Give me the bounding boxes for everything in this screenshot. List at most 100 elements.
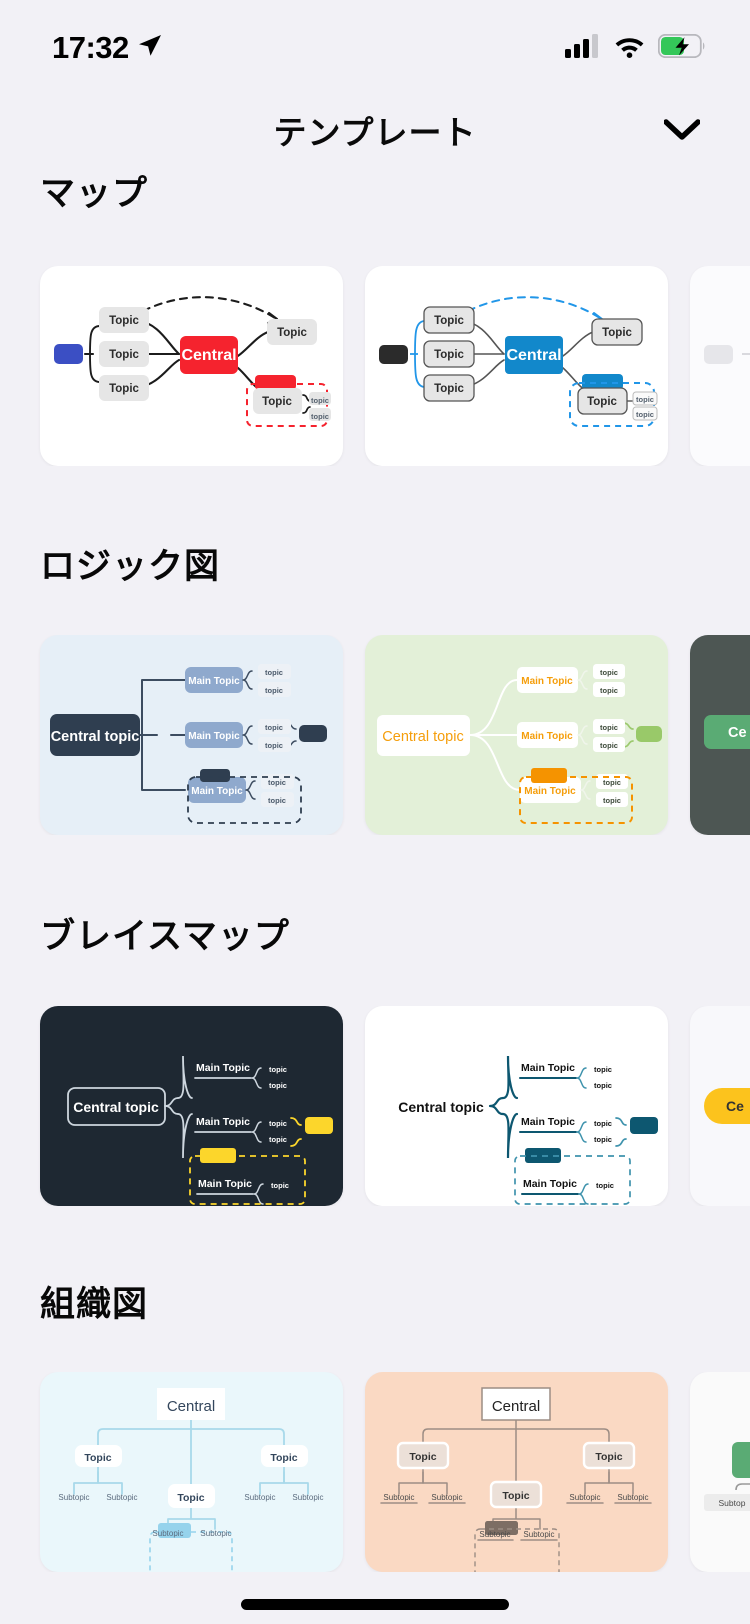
map-topic-label: Topic bbox=[587, 396, 617, 408]
org-subtopic-label: Subtopic bbox=[617, 1493, 648, 1502]
brace-subtopic-label: topic bbox=[269, 1119, 287, 1128]
card-row-brace[interactable]: Central topic Main Topic Main Topic Main… bbox=[0, 1006, 750, 1206]
org-topic-label: Topic bbox=[595, 1451, 622, 1463]
org-subtopic-label: Subtopic bbox=[383, 1493, 414, 1502]
map-subtopic-label: topic bbox=[636, 395, 654, 404]
brace-main-label: Main Topic bbox=[196, 1116, 250, 1128]
template-card-brace-yellow[interactable]: Ce bbox=[690, 1006, 750, 1206]
template-card-brace-white[interactable]: Central topic Main Topic Main Topic Main… bbox=[365, 1006, 668, 1206]
section-org: 組織図 Central Topic Topic Topic Subtopic S… bbox=[0, 1276, 750, 1572]
template-card-map-red[interactable]: Topic Topic Topic Topic Topic Central to… bbox=[40, 266, 343, 466]
card-row-logic[interactable]: Central topic Main Topic Main Topic Main… bbox=[0, 635, 750, 835]
section-map: マップ Topic Topic Topic Topic Topic Centra… bbox=[0, 165, 750, 466]
logic-central-label: Central topic bbox=[51, 729, 140, 745]
logic-subtopic-label: topic bbox=[268, 796, 286, 805]
template-card-org-cyan[interactable]: Central Topic Topic Topic Subtopic Subto… bbox=[40, 1372, 343, 1572]
template-card-logic-navy[interactable]: Central topic Main Topic Main Topic Main… bbox=[40, 635, 343, 835]
section-logic: ロジック図 Central topic Main Topic Main Topi… bbox=[0, 538, 750, 835]
logic-subtopic-label: topic bbox=[265, 668, 283, 677]
logic-subtopic-label: topic bbox=[265, 723, 283, 732]
card-row-map[interactable]: Topic Topic Topic Topic Topic Central to… bbox=[0, 266, 750, 466]
status-time: 17:32 bbox=[52, 30, 129, 65]
logic-central-label: Ce bbox=[728, 725, 747, 741]
brace-subtopic-label: topic bbox=[271, 1181, 289, 1190]
brace-main-label: Main Topic bbox=[523, 1178, 577, 1190]
section-title-logic: ロジック図 bbox=[40, 547, 221, 586]
chevron-down-icon[interactable] bbox=[662, 110, 702, 150]
org-central-label: Central bbox=[167, 1398, 215, 1415]
logic-main-label: Main Topic bbox=[524, 786, 576, 797]
map-topic-label: Topic bbox=[434, 315, 464, 327]
card-row-org[interactable]: Central Topic Topic Topic Subtopic Subto… bbox=[0, 1372, 750, 1572]
map-subtopic-label: topic bbox=[311, 396, 329, 405]
logic-main-label: Main Topic bbox=[188, 731, 240, 742]
home-indicator bbox=[241, 1599, 509, 1610]
template-card-org-peach[interactable]: Central Topic Topic Topic Subtopic Subto… bbox=[365, 1372, 668, 1572]
cellular-signal-icon bbox=[565, 33, 601, 63]
org-subtopic-label: Subtopic bbox=[58, 1493, 89, 1502]
org-subtopic-label: Subtopic bbox=[292, 1493, 323, 1502]
section-title-map: マップ bbox=[40, 174, 149, 213]
org-topic-label: Topic bbox=[84, 1452, 111, 1464]
map-central-label: Central bbox=[506, 347, 561, 364]
map-subtopic-label: topic bbox=[636, 410, 654, 419]
logic-subtopic-label: topic bbox=[603, 778, 621, 787]
brace-main-label: Main Topic bbox=[521, 1062, 575, 1074]
brace-subtopic-label: topic bbox=[594, 1135, 612, 1144]
template-card-org-green[interactable]: Subtop bbox=[690, 1372, 750, 1572]
brace-main-label: Main Topic bbox=[521, 1116, 575, 1128]
org-topic-label: Topic bbox=[270, 1452, 297, 1464]
brace-subtopic-label: topic bbox=[594, 1065, 612, 1074]
org-topic-label: Topic bbox=[177, 1492, 204, 1504]
logic-main-label: Main Topic bbox=[188, 676, 240, 687]
brace-subtopic-label: topic bbox=[269, 1135, 287, 1144]
status-bar-right bbox=[565, 33, 706, 63]
org-subtopic-label: Subtopic bbox=[244, 1493, 275, 1502]
template-scroll-area[interactable]: マップ Topic Topic Topic Topic Topic Centra… bbox=[0, 155, 750, 1572]
map-topic-label: Topic bbox=[277, 327, 307, 339]
brace-subtopic-label: topic bbox=[594, 1119, 612, 1128]
brace-subtopic-label: topic bbox=[594, 1081, 612, 1090]
status-bar: 17:32 bbox=[0, 0, 750, 78]
logic-subtopic-label: topic bbox=[265, 686, 283, 695]
brace-subtopic-label: topic bbox=[269, 1081, 287, 1090]
template-card-map-partial[interactable] bbox=[690, 266, 750, 466]
org-topic-label: Topic bbox=[409, 1451, 436, 1463]
org-subtopic-label: Subtopic bbox=[106, 1493, 137, 1502]
org-subtopic-label: Subtopic bbox=[479, 1530, 510, 1539]
logic-main-label: Main Topic bbox=[521, 731, 573, 742]
logic-main-label: Main Topic bbox=[191, 786, 243, 797]
map-topic-label: Topic bbox=[434, 349, 464, 361]
logic-subtopic-label: topic bbox=[265, 741, 283, 750]
logic-central-label: Central topic bbox=[382, 729, 463, 745]
logic-subtopic-label: topic bbox=[603, 796, 621, 805]
logic-subtopic-label: topic bbox=[600, 723, 618, 732]
section-brace: ブレイスマップ Central topic Main Topic Main To… bbox=[0, 908, 750, 1206]
org-subtopic-label: Subtop bbox=[719, 1498, 746, 1508]
map-topic-label: Topic bbox=[602, 327, 632, 339]
logic-subtopic-label: topic bbox=[600, 686, 618, 695]
brace-central-label: Central topic bbox=[73, 1099, 159, 1115]
wifi-icon bbox=[613, 34, 646, 63]
org-subtopic-label: Subtopic bbox=[523, 1530, 554, 1539]
map-central-label: Central bbox=[181, 347, 236, 364]
location-arrow-icon bbox=[137, 33, 163, 64]
map-topic-label: Topic bbox=[109, 315, 139, 327]
template-card-map-blue[interactable]: Topic Topic Topic Topic Topic Central to… bbox=[365, 266, 668, 466]
brace-central-label: Ce bbox=[726, 1098, 744, 1114]
map-subtopic-label: topic bbox=[311, 412, 329, 421]
template-card-brace-dark[interactable]: Central topic Main Topic Main Topic Main… bbox=[40, 1006, 343, 1206]
brace-subtopic-label: topic bbox=[596, 1181, 614, 1190]
map-topic-label: Topic bbox=[109, 349, 139, 361]
org-subtopic-label: Subtopic bbox=[152, 1529, 183, 1538]
logic-subtopic-label: topic bbox=[600, 741, 618, 750]
section-title-brace: ブレイスマップ bbox=[40, 917, 290, 956]
brace-central-label: Central topic bbox=[398, 1099, 484, 1115]
template-card-logic-green[interactable]: Central topic Main Topic Main Topic Main… bbox=[365, 635, 668, 835]
logic-subtopic-label: topic bbox=[600, 668, 618, 677]
phone-screen: 17:32 テンプレート マップ Topic Topic Topic Topic… bbox=[0, 0, 750, 1624]
template-card-logic-dark[interactable]: Ce bbox=[690, 635, 750, 835]
page-title: テンプレート bbox=[273, 114, 477, 151]
battery-charging-icon bbox=[657, 33, 706, 63]
brace-subtopic-label: topic bbox=[269, 1065, 287, 1074]
